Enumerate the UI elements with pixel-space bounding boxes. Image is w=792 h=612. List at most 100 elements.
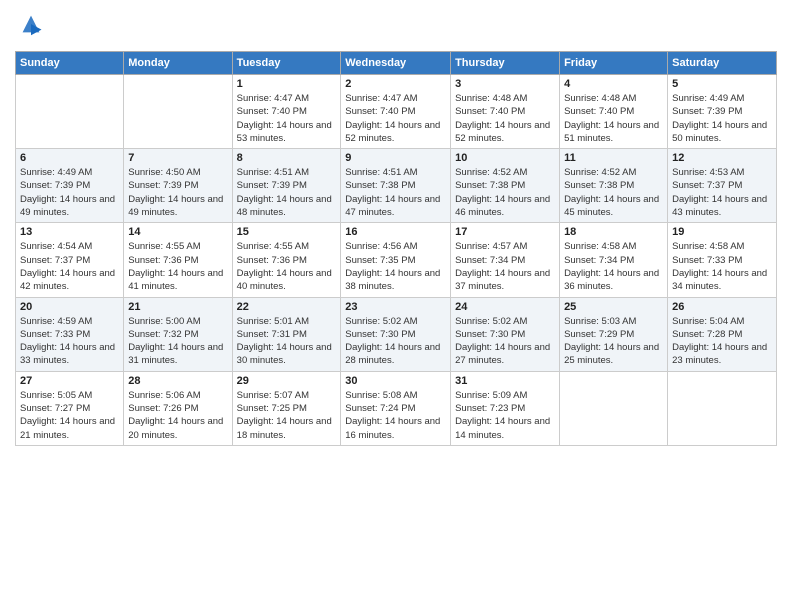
day-number: 25 (564, 301, 663, 313)
day-info: Sunrise: 4:47 AMSunset: 7:40 PMDaylight:… (345, 92, 446, 145)
calendar-cell: 17Sunrise: 4:57 AMSunset: 7:34 PMDayligh… (451, 223, 560, 297)
calendar-cell: 19Sunrise: 4:58 AMSunset: 7:33 PMDayligh… (668, 223, 777, 297)
sunset-text: Sunset: 7:37 PM (20, 254, 119, 267)
week-row-5: 27Sunrise: 5:05 AMSunset: 7:27 PMDayligh… (16, 371, 777, 445)
sunrise-text: Sunrise: 5:00 AM (128, 315, 227, 328)
day-number: 13 (20, 226, 119, 238)
calendar-cell: 31Sunrise: 5:09 AMSunset: 7:23 PMDayligh… (451, 371, 560, 445)
sunset-text: Sunset: 7:38 PM (455, 179, 555, 192)
sunset-text: Sunset: 7:38 PM (345, 179, 446, 192)
sunrise-text: Sunrise: 4:55 AM (237, 240, 337, 253)
day-number: 26 (672, 301, 772, 313)
sunrise-text: Sunrise: 4:48 AM (455, 92, 555, 105)
sunset-text: Sunset: 7:31 PM (237, 328, 337, 341)
sunset-text: Sunset: 7:25 PM (237, 402, 337, 415)
sunrise-text: Sunrise: 4:59 AM (20, 315, 119, 328)
daylight-text: Daylight: 14 hours and 47 minutes. (345, 193, 446, 220)
sunrise-text: Sunrise: 5:06 AM (128, 389, 227, 402)
sunrise-text: Sunrise: 4:52 AM (564, 166, 663, 179)
daylight-text: Daylight: 14 hours and 21 minutes. (20, 415, 119, 442)
sunset-text: Sunset: 7:30 PM (345, 328, 446, 341)
sunrise-text: Sunrise: 4:55 AM (128, 240, 227, 253)
day-info: Sunrise: 5:01 AMSunset: 7:31 PMDaylight:… (237, 315, 337, 368)
day-info: Sunrise: 4:52 AMSunset: 7:38 PMDaylight:… (564, 166, 663, 219)
sunrise-text: Sunrise: 4:47 AM (345, 92, 446, 105)
day-number: 7 (128, 152, 227, 164)
calendar-cell (668, 371, 777, 445)
daylight-text: Daylight: 14 hours and 51 minutes. (564, 119, 663, 146)
sunrise-text: Sunrise: 5:02 AM (455, 315, 555, 328)
sunrise-text: Sunrise: 4:50 AM (128, 166, 227, 179)
daylight-text: Daylight: 14 hours and 42 minutes. (20, 267, 119, 294)
day-number: 24 (455, 301, 555, 313)
sunset-text: Sunset: 7:38 PM (564, 179, 663, 192)
column-header-wednesday: Wednesday (341, 52, 451, 75)
day-info: Sunrise: 5:08 AMSunset: 7:24 PMDaylight:… (345, 389, 446, 442)
daylight-text: Daylight: 14 hours and 23 minutes. (672, 341, 772, 368)
header-row: SundayMondayTuesdayWednesdayThursdayFrid… (16, 52, 777, 75)
sunset-text: Sunset: 7:40 PM (564, 105, 663, 118)
calendar-cell: 29Sunrise: 5:07 AMSunset: 7:25 PMDayligh… (232, 371, 341, 445)
calendar-cell: 16Sunrise: 4:56 AMSunset: 7:35 PMDayligh… (341, 223, 451, 297)
sunrise-text: Sunrise: 5:03 AM (564, 315, 663, 328)
day-info: Sunrise: 5:05 AMSunset: 7:27 PMDaylight:… (20, 389, 119, 442)
day-number: 6 (20, 152, 119, 164)
day-number: 12 (672, 152, 772, 164)
daylight-text: Daylight: 14 hours and 25 minutes. (564, 341, 663, 368)
column-header-saturday: Saturday (668, 52, 777, 75)
calendar-cell: 7Sunrise: 4:50 AMSunset: 7:39 PMDaylight… (124, 149, 232, 223)
calendar-cell (16, 75, 124, 149)
sunset-text: Sunset: 7:33 PM (672, 254, 772, 267)
sunrise-text: Sunrise: 5:07 AM (237, 389, 337, 402)
sunset-text: Sunset: 7:28 PM (672, 328, 772, 341)
day-number: 23 (345, 301, 446, 313)
daylight-text: Daylight: 14 hours and 46 minutes. (455, 193, 555, 220)
daylight-text: Daylight: 14 hours and 34 minutes. (672, 267, 772, 294)
header (15, 10, 777, 43)
sunset-text: Sunset: 7:32 PM (128, 328, 227, 341)
calendar-cell: 26 Sunrise: 5:04 AMSunset: 7:28 PMDayligh… (668, 297, 777, 371)
sunrise-text: Sunrise: 5:01 AM (237, 315, 337, 328)
sunset-text: Sunset: 7:39 PM (128, 179, 227, 192)
day-number: 20 (20, 301, 119, 313)
sunset-text: Sunset: 7:39 PM (20, 179, 119, 192)
sunset-text: Sunset: 7:34 PM (455, 254, 555, 267)
calendar-cell: 12Sunrise: 4:53 AMSunset: 7:37 PMDayligh… (668, 149, 777, 223)
day-info: Sunrise: 4:58 AMSunset: 7:33 PMDaylight:… (672, 240, 772, 293)
day-info: Sunrise: 4:54 AMSunset: 7:37 PMDaylight:… (20, 240, 119, 293)
day-info: Sunrise: 4:47 AMSunset: 7:40 PMDaylight:… (237, 92, 337, 145)
day-number: 3 (455, 78, 555, 90)
day-info: Sunrise: 5:00 AMSunset: 7:32 PMDaylight:… (128, 315, 227, 368)
day-number: 30 (345, 375, 446, 387)
daylight-text: Daylight: 14 hours and 20 minutes. (128, 415, 227, 442)
sunset-text: Sunset: 7:29 PM (564, 328, 663, 341)
day-number: 1 (237, 78, 337, 90)
sunset-text: Sunset: 7:26 PM (128, 402, 227, 415)
logo (15, 10, 45, 43)
calendar-cell: 25 Sunrise: 5:03 AMSunset: 7:29 PMDayligh… (560, 297, 668, 371)
day-number: 2 (345, 78, 446, 90)
day-number: 14 (128, 226, 227, 238)
sunrise-text: Sunrise: 4:56 AM (345, 240, 446, 253)
sunset-text: Sunset: 7:30 PM (455, 328, 555, 341)
daylight-text: Daylight: 14 hours and 53 minutes. (237, 119, 337, 146)
week-row-4: 20Sunrise: 4:59 AMSunset: 7:33 PMDayligh… (16, 297, 777, 371)
calendar-cell: 30 Sunrise: 5:08 AMSunset: 7:24 PMDayligh… (341, 371, 451, 445)
sunset-text: Sunset: 7:40 PM (345, 105, 446, 118)
day-info: Sunrise: 5:02 AMSunset: 7:30 PMDaylight:… (455, 315, 555, 368)
calendar-cell: 8Sunrise: 4:51 AMSunset: 7:39 PMDaylight… (232, 149, 341, 223)
calendar-cell: 15Sunrise: 4:55 AMSunset: 7:36 PMDayligh… (232, 223, 341, 297)
day-info: Sunrise: 5:04 AMSunset: 7:28 PMDaylight:… (672, 315, 772, 368)
calendar-cell: 6Sunrise: 4:49 AMSunset: 7:39 PMDaylight… (16, 149, 124, 223)
calendar-cell: 10Sunrise: 4:52 AMSunset: 7:38 PMDayligh… (451, 149, 560, 223)
calendar-cell: 27Sunrise: 5:05 AMSunset: 7:27 PMDayligh… (16, 371, 124, 445)
calendar-cell: 2 Sunrise: 4:47 AMSunset: 7:40 PMDaylight… (341, 75, 451, 149)
page: SundayMondayTuesdayWednesdayThursdayFrid… (0, 0, 792, 612)
sunset-text: Sunset: 7:39 PM (672, 105, 772, 118)
sunset-text: Sunset: 7:40 PM (237, 105, 337, 118)
day-info: Sunrise: 4:48 AMSunset: 7:40 PMDaylight:… (564, 92, 663, 145)
day-number: 15 (237, 226, 337, 238)
day-number: 5 (672, 78, 772, 90)
week-row-1: 1Sunrise: 4:47 AMSunset: 7:40 PMDaylight… (16, 75, 777, 149)
daylight-text: Daylight: 14 hours and 33 minutes. (20, 341, 119, 368)
